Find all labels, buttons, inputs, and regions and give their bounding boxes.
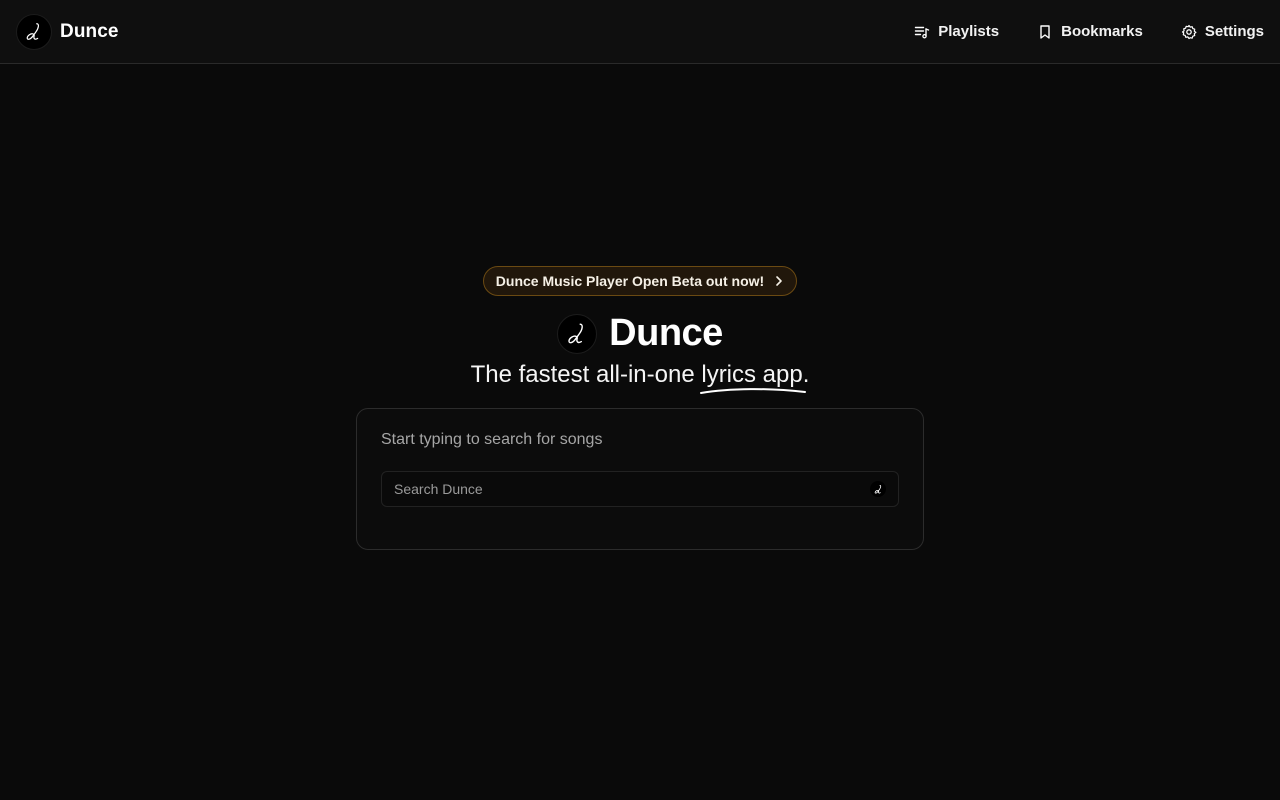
gear-icon bbox=[1181, 24, 1197, 39]
tagline-suffix: . bbox=[802, 361, 810, 388]
nav-bookmarks[interactable]: Bookmarks bbox=[1037, 23, 1143, 40]
dunce-logo-icon bbox=[557, 313, 598, 354]
nav-settings-label: Settings bbox=[1204, 23, 1264, 40]
brand-name: Dunce bbox=[60, 20, 119, 42]
hero-title-row: Dunce bbox=[557, 312, 723, 355]
underline-swoosh-icon bbox=[700, 388, 807, 394]
search-card: Start typing to search for songs bbox=[356, 408, 924, 550]
banner-label: Dunce Music Player Open Beta out now! bbox=[495, 273, 765, 289]
brand-home-link[interactable]: Dunce bbox=[16, 13, 119, 50]
tagline-prefix: The fastest all-in-one bbox=[470, 361, 702, 388]
search-hint: Start typing to search for songs bbox=[381, 431, 603, 448]
nav-playlists-label: Playlists bbox=[938, 23, 1000, 40]
page-title: Dunce bbox=[609, 312, 723, 354]
chevron-right-icon bbox=[776, 276, 782, 286]
playlist-icon bbox=[915, 26, 930, 38]
tagline-highlight-text: lyrics app bbox=[701, 361, 803, 388]
tagline-highlight: lyrics app bbox=[700, 361, 807, 394]
dunce-logo-icon bbox=[16, 13, 52, 50]
beta-announcement-banner[interactable]: Dunce Music Player Open Beta out now! bbox=[482, 266, 798, 296]
nav-settings[interactable]: Settings bbox=[1181, 23, 1264, 40]
nav-playlists[interactable]: Playlists bbox=[914, 23, 999, 40]
main-nav: Playlists Bookmarks Settings bbox=[914, 23, 1264, 40]
search-input[interactable] bbox=[394, 481, 834, 497]
top-navbar: Dunce Playlists Bookmarks Settings bbox=[0, 0, 1280, 64]
tagline: The fastest all-in-one lyrics app. bbox=[470, 361, 810, 394]
hero-section: Dunce Music Player Open Beta out now! Du… bbox=[0, 266, 1280, 394]
search-box[interactable] bbox=[381, 471, 899, 507]
bookmark-icon bbox=[1040, 24, 1050, 39]
dunce-logo-icon bbox=[870, 481, 886, 497]
nav-bookmarks-label: Bookmarks bbox=[1061, 23, 1143, 40]
